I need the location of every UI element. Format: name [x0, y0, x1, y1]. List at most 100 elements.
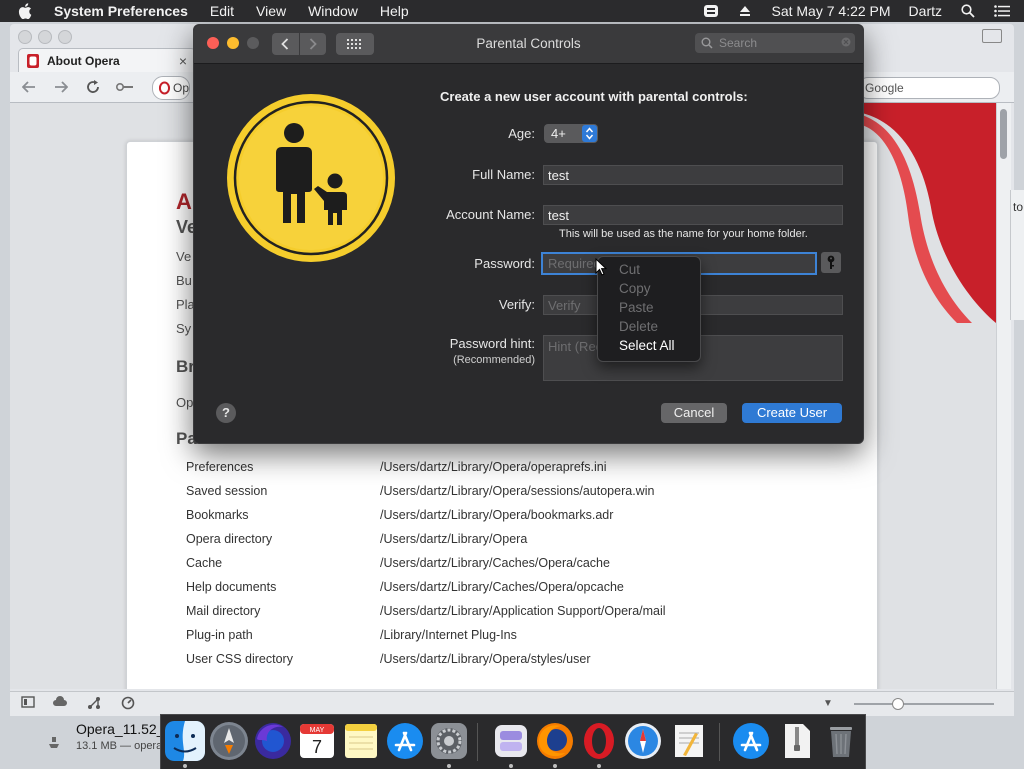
- path-key: User CSS directory: [186, 652, 293, 666]
- opera-window-controls: [18, 30, 72, 44]
- turbo-icon[interactable]: [120, 696, 136, 712]
- info-fragment: Sy: [176, 321, 192, 336]
- eject-icon[interactable]: [737, 3, 753, 19]
- opera-address-icon: [159, 81, 170, 95]
- create-user-button[interactable]: Create User: [742, 403, 842, 423]
- age-label: Age:: [508, 126, 535, 141]
- apple-menu-icon[interactable]: [18, 3, 38, 19]
- trash-icon[interactable]: [821, 721, 861, 761]
- menu-item-select-all[interactable]: Select All: [619, 338, 675, 353]
- notification-center-icon[interactable]: [994, 3, 1010, 19]
- screen-mirroring-icon[interactable]: [703, 3, 719, 19]
- dock: MAY 7: [160, 714, 866, 769]
- spotlight-search-icon[interactable]: [960, 3, 976, 19]
- search-field[interactable]: Google: [858, 77, 1000, 99]
- opera-close-button[interactable]: [18, 30, 32, 44]
- launchpad-icon[interactable]: [209, 721, 249, 761]
- archive-icon[interactable]: [777, 721, 817, 761]
- search-input[interactable]: Search: [695, 33, 855, 53]
- back-icon[interactable]: [16, 77, 42, 97]
- mouse-pointer-icon: [595, 258, 607, 276]
- zoom-dropdown-icon[interactable]: ▼: [820, 696, 836, 712]
- updown-arrows-icon: [582, 125, 597, 142]
- help-button[interactable]: ?: [216, 403, 236, 423]
- opera-unite-icon[interactable]: [52, 696, 68, 712]
- full-name-field[interactable]: test: [543, 165, 843, 185]
- account-name-field[interactable]: test: [543, 205, 843, 225]
- about-heading-fragment: A: [176, 189, 192, 214]
- zoom-slider-knob[interactable]: [892, 698, 904, 710]
- opera-installer-icon[interactable]: [491, 721, 531, 761]
- verify-label: Verify:: [498, 297, 535, 312]
- password-hint-sublabel: (Recommended): [453, 354, 535, 366]
- finder-icon[interactable]: [165, 721, 205, 761]
- clear-search-icon[interactable]: [841, 37, 851, 47]
- opera-panel-icon[interactable]: [982, 29, 1002, 43]
- account-name-label: Account Name:: [446, 207, 535, 222]
- home-folder-note: This will be used as the name for your h…: [559, 228, 808, 240]
- path-value: /Users/dartz/Library/Opera/bookmarks.adr: [380, 508, 614, 522]
- opera-zoom-button[interactable]: [58, 30, 72, 44]
- cancel-button[interactable]: Cancel: [661, 403, 727, 423]
- path-value: /Users/dartz/Library/Caches/Opera/cache: [380, 556, 610, 570]
- search-placeholder: Search: [719, 36, 758, 50]
- dock-separator: [477, 723, 478, 761]
- menu-window[interactable]: Window: [308, 3, 358, 19]
- app-store-icon[interactable]: [385, 721, 425, 761]
- calendar-day: 7: [312, 737, 322, 757]
- clock[interactable]: Sat May 7 4:22 PM: [771, 3, 890, 19]
- textedit-icon[interactable]: [669, 721, 709, 761]
- firefox-nightly-icon[interactable]: [253, 721, 293, 761]
- age-select[interactable]: 4+: [544, 124, 598, 143]
- running-indicator: [509, 764, 513, 768]
- path-value: /Users/dartz/Library/Opera/styles/user: [380, 652, 591, 666]
- dock-separator: [719, 723, 720, 761]
- calendar-month: MAY: [310, 727, 325, 734]
- system-preferences-icon[interactable]: [429, 721, 469, 761]
- path-key: Saved session: [186, 484, 268, 498]
- path-value: /Users/dartz/Library/Opera/operaprefs.in…: [380, 460, 607, 474]
- opera-tab-icon: [27, 54, 39, 68]
- menu-edit[interactable]: Edit: [210, 3, 234, 19]
- side-panel-fragment: to: [1010, 190, 1024, 320]
- password-assistant-button[interactable]: [821, 252, 841, 273]
- panel-toggle-icon[interactable]: [20, 696, 36, 712]
- form-heading: Create a new user account with parental …: [440, 89, 748, 104]
- menu-bar: System Preferences Edit View Window Help…: [0, 0, 1024, 22]
- firefox-icon[interactable]: [535, 721, 575, 761]
- address-text: Op: [172, 81, 189, 95]
- opera-scrollbar[interactable]: [996, 103, 1011, 689]
- menu-help[interactable]: Help: [380, 3, 409, 19]
- download-name: Opera_11.52_: [76, 721, 165, 737]
- safari-icon[interactable]: [623, 721, 663, 761]
- address-bar[interactable]: Op: [152, 76, 190, 100]
- opera-minimize-button[interactable]: [38, 30, 52, 44]
- key-icon: [827, 255, 835, 269]
- path-key: Opera directory: [186, 532, 273, 546]
- app-name-menu[interactable]: System Preferences: [54, 3, 188, 19]
- opera-link-icon[interactable]: [86, 696, 102, 712]
- path-value: /Users/dartz/Library/Application Support…: [380, 604, 666, 618]
- calendar-icon[interactable]: MAY 7: [297, 721, 337, 761]
- parental-controls-icon: [227, 94, 395, 262]
- key-icon[interactable]: [112, 77, 138, 97]
- opera-icon[interactable]: [579, 721, 619, 761]
- window-titlebar: Parental Controls Search: [194, 25, 863, 64]
- running-indicator: [597, 764, 601, 768]
- tab-close-icon[interactable]: ×: [179, 53, 187, 69]
- download-item[interactable]: Opera_11.52_ 13.1 MB — opera: [40, 716, 170, 768]
- password-label: Password:: [474, 256, 535, 271]
- user-menu[interactable]: Dartz: [909, 3, 942, 19]
- app-store-downloads-icon[interactable]: [731, 721, 771, 761]
- menu-view[interactable]: View: [256, 3, 286, 19]
- info-fragment: Op: [176, 395, 194, 410]
- info-fragment: Pla: [176, 297, 195, 312]
- zoom-slider[interactable]: [854, 698, 994, 710]
- tab-about-opera[interactable]: About Opera ×: [18, 48, 196, 73]
- forward-icon[interactable]: [48, 77, 74, 97]
- path-key: Preferences: [186, 460, 254, 474]
- path-key: Plug-in path: [186, 628, 253, 642]
- reload-icon[interactable]: [80, 77, 106, 97]
- scrollbar-thumb[interactable]: [1000, 109, 1007, 159]
- notes-icon[interactable]: [341, 721, 381, 761]
